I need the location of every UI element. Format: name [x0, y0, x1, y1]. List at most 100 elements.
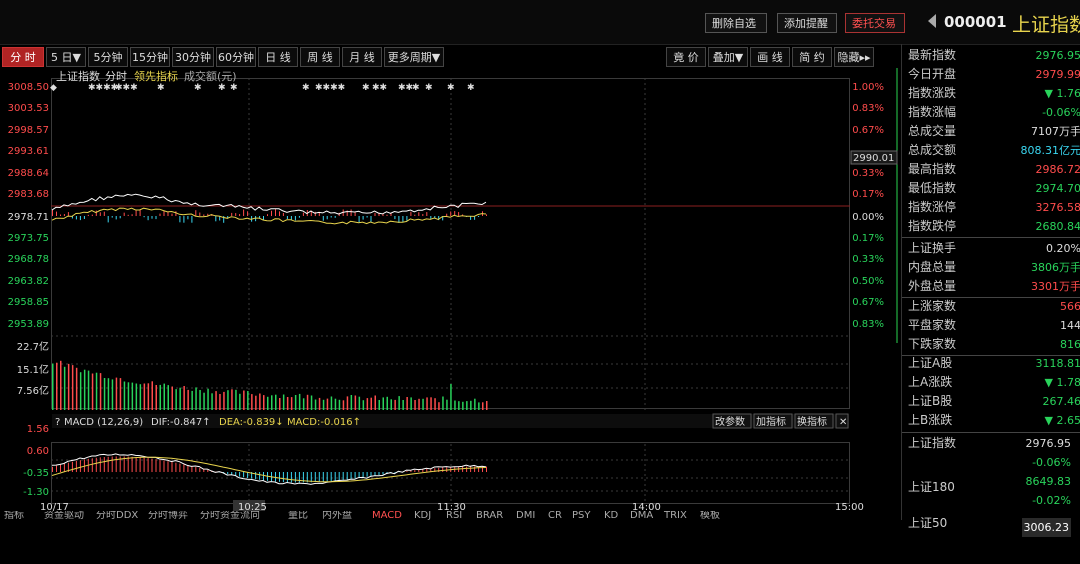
tab-60min[interactable]: 60分钟	[216, 47, 256, 67]
tab-week[interactable]: 周 线	[300, 47, 340, 67]
price-bar	[132, 214, 133, 216]
related-row: -0.02%	[902, 491, 1080, 510]
macd-bar	[140, 457, 141, 472]
entrust-trade-button[interactable]: 委托交易	[845, 13, 905, 33]
volume-bar	[279, 398, 281, 410]
overlay-button[interactable]: 叠加▼	[708, 47, 748, 67]
tab-more-periods[interactable]: 更多周期▼	[384, 47, 444, 67]
tab-kd[interactable]: KD	[604, 511, 618, 520]
volume-bar	[446, 400, 448, 410]
add-alert-button[interactable]: 添加提醒	[777, 13, 837, 33]
tab-15min[interactable]: 15分钟	[130, 47, 170, 67]
tab-dmi[interactable]: DMI	[516, 511, 535, 520]
macd-bar	[383, 472, 384, 474]
volume-bar	[80, 372, 82, 410]
svg-text:换指标: 换指标	[797, 415, 827, 428]
tab-ddx[interactable]: 分时DDX	[96, 511, 138, 520]
tab-brar[interactable]: BRAR	[476, 511, 503, 520]
macd-bar	[375, 472, 376, 476]
tab-indicator[interactable]: 指标	[4, 511, 24, 520]
svg-text:-0.35: -0.35	[23, 468, 49, 479]
tab-trix[interactable]: TRIX	[664, 511, 687, 520]
tab-flow[interactable]: 分时资金流向	[200, 511, 260, 520]
tab-day[interactable]: 日 线	[258, 47, 298, 67]
close-icon: ✕	[839, 417, 847, 428]
intraday-chart[interactable]: 上证指数 分时 领先指标 成交额(元) 3008.50 3003.53 2998…	[0, 68, 900, 511]
tab-fund-driver[interactable]: 资金驱动	[44, 511, 84, 520]
tab-game[interactable]: 分时博弈	[148, 511, 188, 520]
macd-bar	[72, 462, 73, 472]
volume-bar	[76, 368, 78, 410]
tab-month[interactable]: 月 线	[342, 47, 382, 67]
legend-fenshi: 分时	[105, 70, 127, 83]
draw-line-button[interactable]: 画 线	[750, 47, 790, 67]
tab-cr[interactable]: CR	[548, 511, 562, 520]
macd-bar	[128, 457, 129, 473]
tab-kdj[interactable]: KDJ	[414, 511, 431, 520]
price-bar	[108, 216, 109, 222]
svg-text:◆: ◆	[50, 83, 57, 93]
macd-bar	[187, 465, 188, 472]
svg-text:✱: ✱	[302, 83, 310, 93]
volume-bar	[231, 389, 233, 410]
volume-bar	[179, 388, 181, 410]
simple-button[interactable]: 简 约	[792, 47, 832, 67]
price-bar	[303, 213, 304, 216]
tab-psy[interactable]: PSY	[572, 511, 591, 520]
volume-bar	[422, 399, 424, 410]
price-bar	[327, 216, 328, 219]
tab-dma[interactable]: DMA	[630, 511, 653, 520]
macd-bar	[410, 471, 411, 472]
tab-volume-ratio[interactable]: 量比	[288, 511, 308, 520]
count-row: 下跌家数816	[902, 335, 1080, 354]
svg-text:0.00%: 0.00%	[852, 212, 884, 223]
tab-template[interactable]: 模板	[700, 511, 720, 520]
volume-bar	[187, 390, 189, 410]
svg-text:✱✱: ✱✱	[372, 83, 387, 93]
macd-bar	[60, 465, 61, 472]
tab-rsi[interactable]: RSI	[446, 511, 462, 520]
tab-5day[interactable]: 5 日▼	[46, 47, 86, 67]
svg-text:0.67%: 0.67%	[852, 297, 884, 308]
svg-text:✱: ✱	[362, 83, 370, 93]
breadth-row: 内盘总量3806万手	[902, 258, 1080, 277]
tab-fenshi[interactable]: 分 时	[2, 47, 44, 67]
price-bar	[160, 214, 161, 216]
macd-bar	[438, 468, 439, 472]
price-bar	[323, 216, 324, 221]
quote-row: 最高指数2986.72	[902, 160, 1080, 179]
tab-5min[interactable]: 5分钟	[88, 47, 128, 67]
volume-bar	[211, 393, 213, 410]
svg-text:✱✱✱✱: ✱✱✱✱	[315, 83, 345, 93]
volume-bar	[391, 399, 393, 410]
price-bar	[80, 216, 81, 220]
volume-bar	[335, 399, 337, 410]
macd-value: MACD:-0.016↑	[287, 417, 361, 428]
auction-button[interactable]: 竟 价	[666, 47, 706, 67]
macd-bar	[207, 470, 208, 472]
svg-text:2988.64: 2988.64	[8, 168, 49, 179]
tab-inner-outer[interactable]: 内外盘	[322, 511, 352, 520]
macd-bar	[394, 472, 395, 473]
price-bar	[450, 211, 451, 216]
price-bar	[92, 215, 93, 216]
volume-bar	[251, 394, 253, 410]
macd-bar	[247, 472, 248, 478]
macd-bar	[347, 472, 348, 479]
volume-bar	[434, 398, 436, 410]
price-bar	[136, 211, 137, 216]
volume-bar	[319, 398, 321, 410]
tab-30min[interactable]: 30分钟	[172, 47, 214, 67]
tab-macd[interactable]: MACD	[372, 511, 402, 520]
macd-help-icon[interactable]: ?	[55, 417, 60, 428]
macd-bar	[195, 467, 196, 472]
remove-watch-button[interactable]: 删除自选	[705, 13, 767, 33]
volume-bar	[56, 363, 58, 410]
prev-stock-icon[interactable]	[928, 14, 936, 28]
volume-bar	[100, 373, 102, 410]
volume-bar	[84, 370, 86, 410]
volume-bar	[152, 381, 154, 410]
hide-button[interactable]: 隐藏▸▸	[834, 47, 874, 67]
svg-text:3008.50: 3008.50	[8, 82, 49, 93]
volume-bar	[259, 394, 261, 411]
